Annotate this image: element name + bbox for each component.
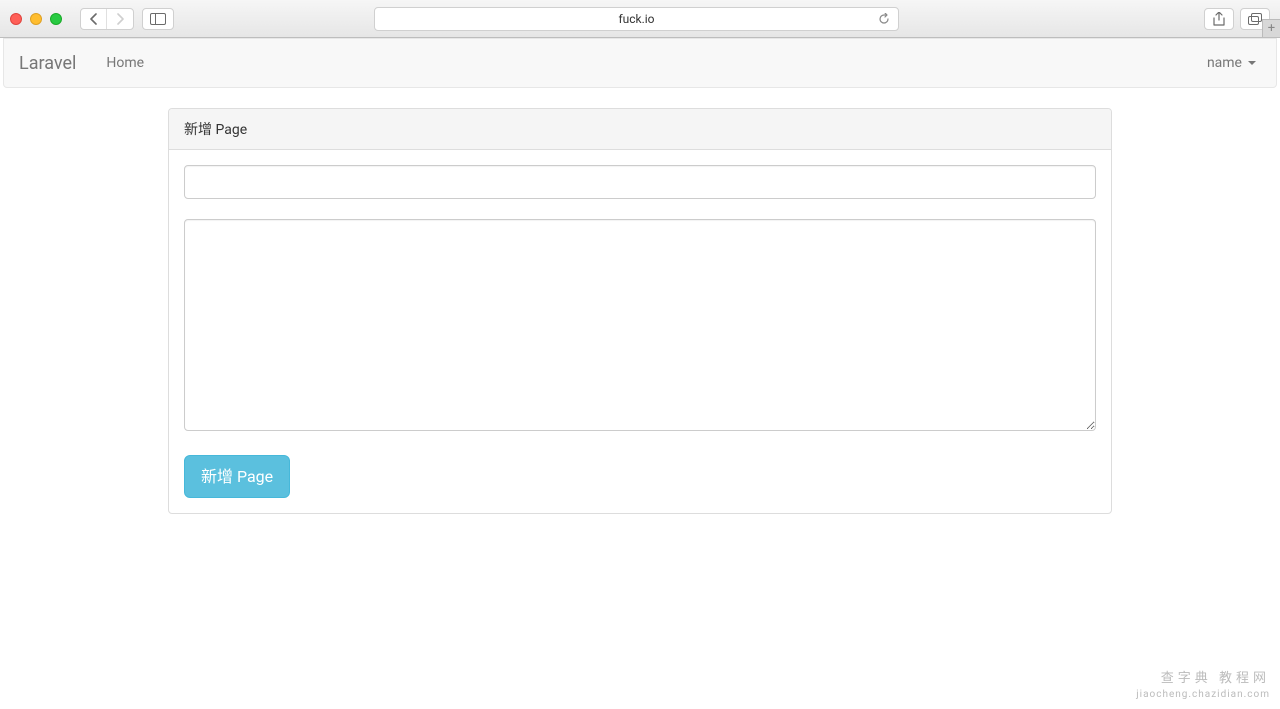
user-name-label: name bbox=[1207, 55, 1242, 71]
tabs-icon bbox=[1248, 13, 1262, 25]
brand-link[interactable]: Laravel bbox=[19, 53, 76, 74]
chevron-down-icon bbox=[1248, 61, 1256, 65]
chevron-right-icon bbox=[116, 13, 124, 25]
maximize-window-button[interactable] bbox=[50, 13, 62, 25]
chevron-left-icon bbox=[90, 13, 98, 25]
sidebar-toggle-button[interactable] bbox=[142, 8, 174, 30]
nav-home-link[interactable]: Home bbox=[91, 55, 159, 71]
submit-button[interactable]: 新增 Page bbox=[184, 455, 290, 498]
create-page-panel: 新增 Page 新增 Page bbox=[168, 108, 1112, 514]
watermark: 查字典 教程网 jiaocheng.chazidian.com bbox=[1136, 671, 1270, 701]
close-window-button[interactable] bbox=[10, 13, 22, 25]
watermark-line1: 查字典 教程网 bbox=[1136, 671, 1270, 688]
forward-button[interactable] bbox=[107, 9, 133, 29]
new-tab-button[interactable]: + bbox=[1262, 19, 1280, 37]
browser-toolbar: fuck.io + bbox=[0, 0, 1280, 38]
minimize-window-button[interactable] bbox=[30, 13, 42, 25]
nav-button-group bbox=[80, 8, 134, 30]
panel-heading: 新增 Page bbox=[169, 109, 1111, 150]
address-bar[interactable]: fuck.io bbox=[374, 7, 899, 31]
reload-icon bbox=[878, 13, 890, 25]
watermark-line2: jiaocheng.chazidian.com bbox=[1136, 688, 1270, 701]
back-button[interactable] bbox=[81, 9, 107, 29]
body-textarea[interactable] bbox=[184, 219, 1096, 431]
panel-body: 新增 Page bbox=[169, 150, 1111, 513]
app-navbar: Laravel Home name bbox=[3, 38, 1277, 88]
window-controls bbox=[10, 13, 62, 25]
url-text: fuck.io bbox=[618, 12, 654, 26]
browser-right-controls bbox=[1204, 8, 1270, 30]
main-container: 新增 Page 新增 Page bbox=[168, 108, 1112, 514]
plus-icon: + bbox=[1268, 21, 1275, 36]
title-input[interactable] bbox=[184, 165, 1096, 199]
share-button[interactable] bbox=[1204, 8, 1234, 30]
share-icon bbox=[1213, 12, 1225, 26]
user-dropdown[interactable]: name bbox=[1207, 55, 1261, 71]
sidebar-icon bbox=[150, 13, 166, 25]
reload-button[interactable] bbox=[878, 13, 890, 25]
